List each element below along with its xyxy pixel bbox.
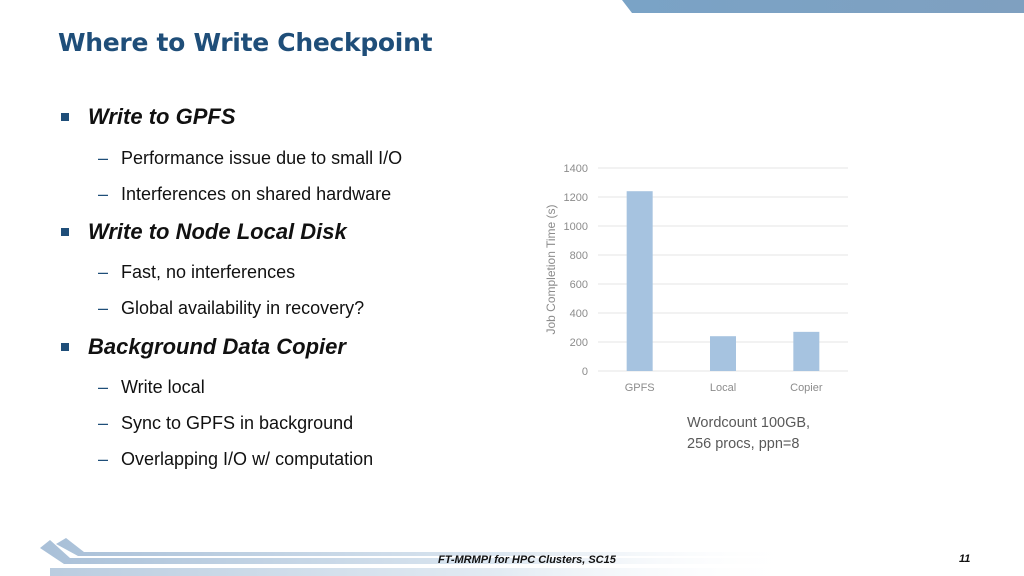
chart-canvas: 0 200 400 600 800 1000 1200 1400 GPFS Local Copier… <box>544 163 848 394</box>
chart-note: Wordcount 100GB, 256 procs, ppn=8 <box>687 413 810 455</box>
page-number: 11 <box>959 553 971 565</box>
bar-chart: 0 200 400 600 800 1000 1200 1400 GPFS Local Copier… <box>530 150 860 400</box>
footer-text: FT-MRMPI for HPC Clusters, SC15 <box>438 554 616 566</box>
sub-bullet-text: Write local <box>121 377 205 397</box>
bar-copier <box>793 331 820 371</box>
y-tick-label: 1000 <box>564 221 588 233</box>
x-tick-label: Copier <box>790 382 823 394</box>
x-tick-label: Local <box>710 382 736 394</box>
y-tick-label: 200 <box>570 337 588 349</box>
y-tick-label: 400 <box>570 308 588 320</box>
dash-bullet-icon: – <box>98 449 109 469</box>
sub-bullet-text: Performance issue due to small I/O <box>121 148 403 168</box>
sub-bullet-text: Overlapping I/O w/ computation <box>121 449 374 469</box>
y-tick-label: 800 <box>570 250 588 262</box>
header-decoration-band <box>622 0 1024 13</box>
y-axis-label: Job Completion Time (s) <box>544 204 558 334</box>
y-tick-label: 1400 <box>564 163 588 175</box>
sub-bullet-text: Sync to GPFS in background <box>121 413 354 433</box>
square-bullet-icon <box>61 343 69 351</box>
bar-gpfs <box>626 191 653 371</box>
chart-note-line: 256 procs, ppn=8 <box>687 436 800 452</box>
dash-bullet-icon: – <box>98 413 109 433</box>
y-tick-label: 600 <box>570 279 588 291</box>
sub-bullet-text: Interferences on shared hardware <box>121 184 392 204</box>
bullet-text: Write to GPFS <box>88 104 236 129</box>
sub-bullet-text: Fast, no interferences <box>121 262 296 282</box>
dash-bullet-icon: – <box>98 298 109 318</box>
chart-note-line: Wordcount 100GB, <box>687 415 811 431</box>
bullet-text: Background Data Copier <box>88 334 346 359</box>
x-tick-label: GPFS <box>625 382 655 394</box>
dash-bullet-icon: – <box>98 377 109 397</box>
dash-bullet-icon: – <box>98 148 109 168</box>
square-bullet-icon <box>61 113 69 121</box>
y-tick-label: 1200 <box>564 192 588 204</box>
footer-decoration-band <box>40 538 800 576</box>
y-tick-label: 0 <box>582 366 588 378</box>
dash-bullet-icon: – <box>98 184 109 204</box>
bullet-text: Write to Node Local Disk <box>88 219 347 244</box>
sub-bullet-text: Global availability in recovery? <box>121 298 365 318</box>
square-bullet-icon <box>61 228 69 236</box>
bar-local <box>710 336 736 371</box>
slide-title: Where to Write Checkpoint <box>58 28 433 57</box>
dash-bullet-icon: – <box>98 262 109 282</box>
